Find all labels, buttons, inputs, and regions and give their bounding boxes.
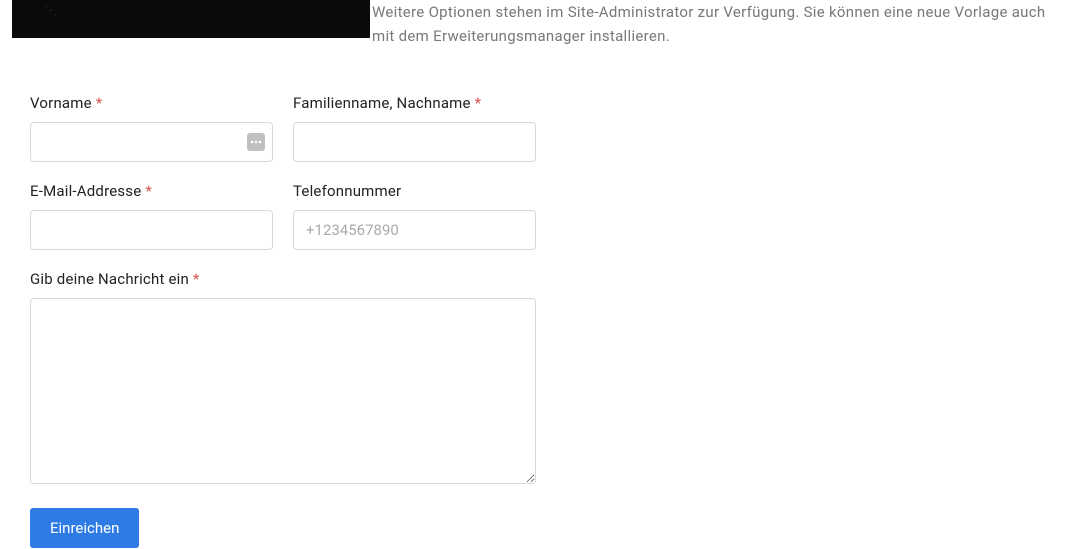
email-input[interactable] <box>30 210 273 250</box>
description-text: Weitere Optionen stehen im Site-Administ… <box>372 0 1064 48</box>
required-mark: * <box>145 182 152 200</box>
first-name-label: Vorname * <box>30 94 273 112</box>
header-image: · · · <box>12 0 370 38</box>
submit-button[interactable]: Einreichen <box>30 508 139 548</box>
phone-label-text: Telefonnummer <box>293 182 401 200</box>
last-name-field: Familienname, Nachname * <box>293 94 536 162</box>
email-field: E-Mail-Addresse * <box>30 182 273 250</box>
last-name-input[interactable] <box>293 122 536 162</box>
message-field: Gib deine Nachricht ein * <box>30 270 536 484</box>
message-textarea[interactable] <box>30 298 536 484</box>
email-label: E-Mail-Addresse * <box>30 182 273 200</box>
phone-input[interactable] <box>293 210 536 250</box>
phone-field: Telefonnummer <box>293 182 536 250</box>
first-name-input[interactable] <box>30 122 273 162</box>
message-label-text: Gib deine Nachricht ein <box>30 270 189 288</box>
message-label: Gib deine Nachricht ein * <box>30 270 536 288</box>
first-name-label-text: Vorname <box>30 94 92 112</box>
contact-form: Vorname * Familienname, Nachname * E-Mai… <box>30 94 730 548</box>
required-mark: * <box>96 94 103 112</box>
ellipsis-icon[interactable] <box>247 133 265 151</box>
last-name-label: Familienname, Nachname * <box>293 94 536 112</box>
required-mark: * <box>193 270 200 288</box>
required-mark: * <box>475 94 482 112</box>
email-label-text: E-Mail-Addresse <box>30 182 141 200</box>
first-name-field: Vorname * <box>30 94 273 162</box>
phone-label: Telefonnummer <box>293 182 536 200</box>
last-name-label-text: Familienname, Nachname <box>293 94 471 112</box>
